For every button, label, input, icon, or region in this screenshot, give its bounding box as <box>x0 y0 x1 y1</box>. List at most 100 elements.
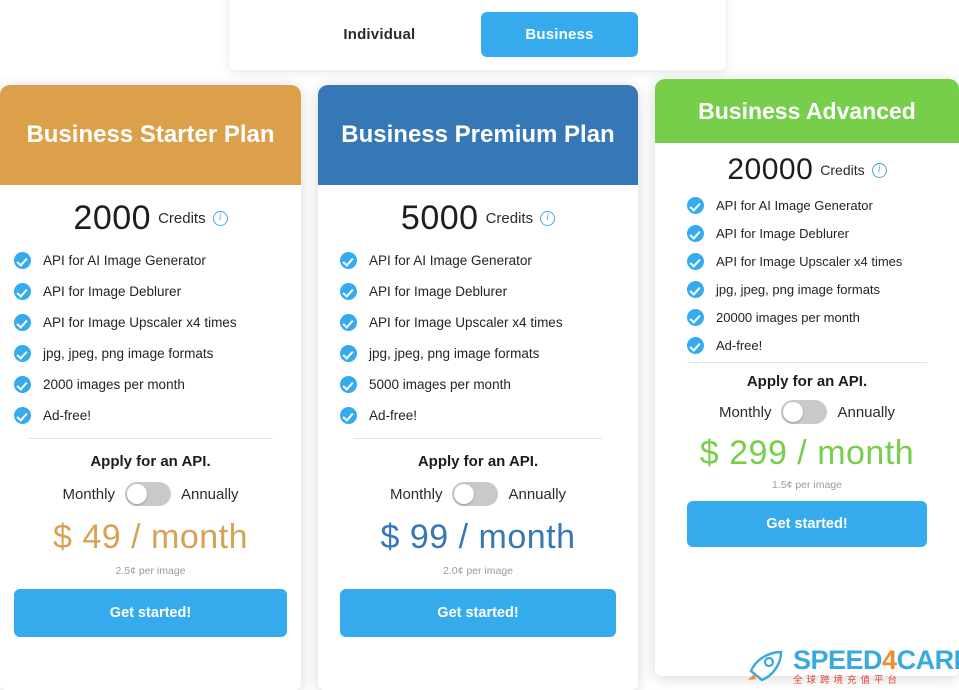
check-circle-icon <box>340 345 357 362</box>
apply-api-text: Apply for an API. <box>417 453 539 470</box>
check-circle-icon <box>14 283 31 300</box>
feature-label: API for Image Deblurer <box>716 226 849 241</box>
billing-period-toggle[interactable] <box>781 400 828 424</box>
plan-price: $ 99 / month <box>380 518 576 556</box>
feature-label: 5000 images per month <box>369 377 511 392</box>
billing-toggle-row: Monthly Annually <box>687 400 927 424</box>
brand-four: 4 <box>882 645 897 675</box>
get-started-button[interactable]: Get started! <box>14 589 287 637</box>
plan-header-starter: Business Starter Plan <box>0 85 301 185</box>
list-item: Ad-free! <box>687 337 927 354</box>
watermark-brand: SPEED4CARD <box>793 647 959 674</box>
feature-label: API for Image Deblurer <box>43 284 182 299</box>
list-item: API for AI Image Generator <box>14 252 287 269</box>
credits-label: Credits <box>820 162 865 178</box>
list-item: Ad-free! <box>340 407 616 424</box>
list-item: jpg, jpeg, png image formats <box>340 345 616 362</box>
pricing-page: Individual Business Business Starter Pla… <box>0 0 959 690</box>
check-circle-icon <box>14 252 31 269</box>
check-circle-icon <box>687 225 704 242</box>
annually-label: Annually <box>837 403 896 421</box>
tab-business[interactable]: Business <box>481 11 638 57</box>
watermark-text: SPEED4CARD 全球跨境充值平台 <box>793 647 959 686</box>
feature-label: Ad-free! <box>716 338 763 353</box>
billing-toggle-row: Monthly Annually <box>14 482 287 506</box>
plan-header-advanced: Business Advanced <box>655 79 959 143</box>
per-image-rate: 1.5¢ per image <box>771 479 843 491</box>
feature-label: API for AI Image Generator <box>43 253 206 268</box>
list-item: jpg, jpeg, png image formats <box>687 281 927 298</box>
check-circle-icon <box>687 253 704 270</box>
feature-label: API for Image Deblurer <box>369 284 508 299</box>
billing-period-toggle[interactable] <box>452 482 499 506</box>
divider <box>354 438 602 439</box>
divider <box>687 362 927 363</box>
speed4card-watermark: SPEED4CARD 全球跨境充值平台 <box>745 647 959 686</box>
list-item: API for Image Upscaler x4 times <box>687 253 927 270</box>
check-circle-icon <box>14 407 31 424</box>
feature-label: 20000 images per month <box>716 310 860 325</box>
plan-body-starter: 2000 Credits i API for AI Image Generato… <box>0 185 301 637</box>
plan-body-advanced: 20000 Credits i API for AI Image Generat… <box>655 143 959 547</box>
info-circle-icon[interactable]: i <box>871 162 887 178</box>
plan-card-starter: Business Starter Plan 2000 Credits i API… <box>0 85 301 690</box>
credits-amount: 5000 <box>400 199 479 237</box>
credits-row: 2000 Credits i <box>14 185 287 248</box>
plan-type-tabs: Individual Business <box>229 0 726 70</box>
feature-label: jpg, jpeg, png image formats <box>43 346 214 361</box>
brand-part-2: CARD <box>896 645 959 675</box>
watermark-subtitle: 全球跨境充值平台 <box>793 675 902 686</box>
feature-label: API for Image Upscaler x4 times <box>716 254 903 269</box>
list-item: API for Image Deblurer <box>14 283 287 300</box>
tab-individual[interactable]: Individual <box>317 16 441 53</box>
credits-amount: 20000 <box>727 153 814 186</box>
check-circle-icon <box>340 252 357 269</box>
monthly-label: Monthly <box>718 403 772 421</box>
plan-header-premium: Business Premium Plan <box>318 85 638 185</box>
list-item: jpg, jpeg, png image formats <box>14 345 287 362</box>
plan-card-premium: Business Premium Plan 5000 Credits i API… <box>318 85 638 690</box>
list-item: API for Image Deblurer <box>340 283 616 300</box>
info-circle-icon[interactable]: i <box>540 211 556 226</box>
apply-api-text: Apply for an API. <box>90 453 211 470</box>
check-circle-icon <box>340 376 357 393</box>
plan-card-advanced: Business Advanced 20000 Credits i API fo… <box>655 79 959 676</box>
credits-label: Credits <box>485 210 534 227</box>
plan-price: $ 299 / month <box>699 434 915 472</box>
feature-list: API for AI Image Generator API for Image… <box>14 252 287 424</box>
list-item: API for AI Image Generator <box>340 252 616 269</box>
get-started-button[interactable]: Get started! <box>340 589 616 637</box>
list-item: API for Image Deblurer <box>687 225 927 242</box>
feature-list: API for AI Image Generator API for Image… <box>340 252 616 424</box>
feature-label: API for AI Image Generator <box>716 198 873 213</box>
list-item: API for Image Upscaler x4 times <box>340 314 616 331</box>
credits-label: Credits <box>158 210 206 227</box>
divider <box>28 438 273 439</box>
feature-label: Ad-free! <box>369 408 418 423</box>
list-item: Ad-free! <box>14 407 287 424</box>
plan-title: Business Starter Plan <box>26 121 275 149</box>
billing-period-toggle[interactable] <box>124 482 171 506</box>
plan-title: Business Premium Plan <box>341 121 615 149</box>
feature-list: API for AI Image Generator API for Image… <box>687 197 927 354</box>
check-circle-icon <box>340 407 357 424</box>
feature-label: jpg, jpeg, png image formats <box>369 346 540 361</box>
annually-label: Annually <box>180 485 239 503</box>
credits-row: 5000 Credits i <box>340 185 616 248</box>
list-item: API for AI Image Generator <box>687 197 927 214</box>
annually-label: Annually <box>508 485 567 503</box>
plan-body-premium: 5000 Credits i API for AI Image Generato… <box>318 185 638 637</box>
feature-label: jpg, jpeg, png image formats <box>716 282 881 297</box>
apply-api-text: Apply for an API. <box>746 373 868 390</box>
credits-amount: 2000 <box>73 199 152 237</box>
info-circle-icon[interactable]: i <box>212 211 228 226</box>
feature-label: API for AI Image Generator <box>369 253 532 268</box>
check-circle-icon <box>687 197 704 214</box>
per-image-rate: 2.0¢ per image <box>442 565 514 577</box>
check-circle-icon <box>340 314 357 331</box>
get-started-button[interactable]: Get started! <box>687 501 927 547</box>
feature-label: API for Image Upscaler x4 times <box>43 315 237 330</box>
feature-label: Ad-free! <box>43 408 92 423</box>
credits-row: 20000 Credits i <box>687 143 927 193</box>
plan-title: Business Advanced <box>698 97 916 124</box>
